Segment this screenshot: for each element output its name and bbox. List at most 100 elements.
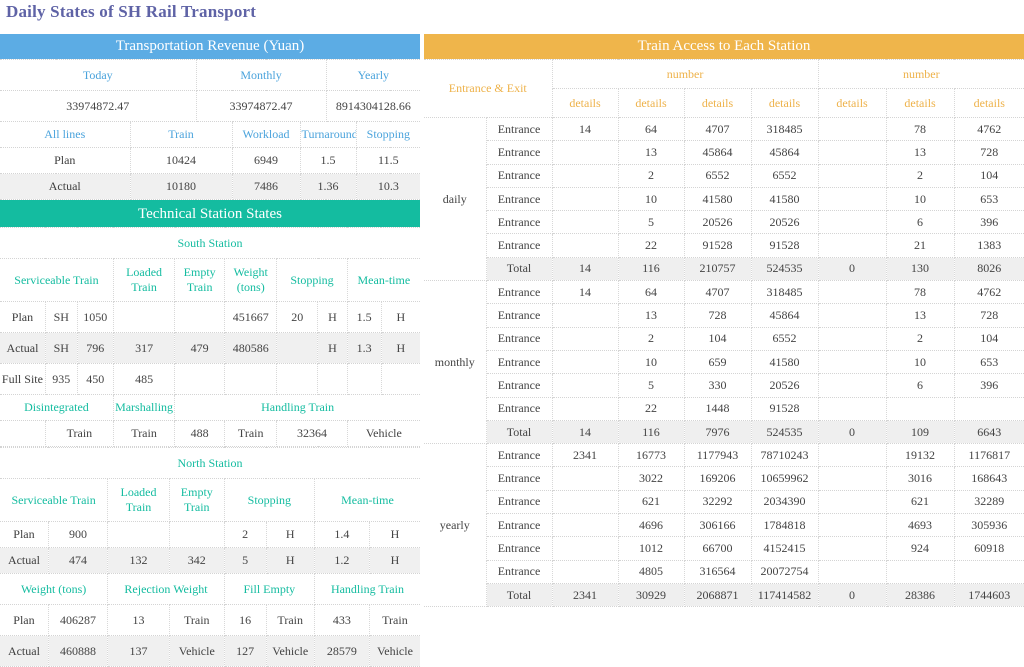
table-row: Plan 900 2 H 1.4 H xyxy=(0,522,420,548)
table-row: Plan 10424 6949 1.5 11.5 xyxy=(0,148,420,174)
cell-yearly-r5-c5 xyxy=(886,560,954,583)
cell-marshalling-unit: Train xyxy=(113,421,174,447)
table-row: Weight (tons) Rejection Weight Fill Empt… xyxy=(0,574,420,605)
table-row: South Station xyxy=(0,228,420,259)
page-title: Daily States of SH Rail Transport xyxy=(6,2,256,22)
cell-yearly-r4-c6: 60918 xyxy=(954,537,1024,560)
detail-header-1: details xyxy=(552,89,618,118)
cell-daily-r3-c5: 10 xyxy=(886,187,954,210)
table-row: Entrance210465522104 xyxy=(424,327,1024,350)
south-header-loaded-train: Loaded Train xyxy=(113,259,174,302)
cell-monthly-r3-c5: 10 xyxy=(886,350,954,373)
cell-yearly-r3-c1: 4696 xyxy=(618,514,684,537)
cell-monthly-total-c6: 6643 xyxy=(954,420,1024,443)
cell-marshalling-value: 488 xyxy=(175,421,225,447)
north-header-mean-time: Mean-time xyxy=(314,479,420,522)
period-header-yearly: Yearly xyxy=(326,60,420,91)
period-header-monthly: Monthly xyxy=(196,60,326,91)
detail-header-4: details xyxy=(751,89,818,118)
row-label-actual: Actual xyxy=(0,548,48,574)
row-label-entrance: Entrance xyxy=(486,141,552,164)
cell-monthly-r1-c5: 13 xyxy=(886,304,954,327)
row-label-entrance: Entrance xyxy=(486,327,552,350)
cell-plan-stopping-unit: H xyxy=(318,302,348,333)
cell-daily-r1-c5: 13 xyxy=(886,141,954,164)
cell-actual-meantime-unit: H xyxy=(369,548,420,574)
row-label-total: Total xyxy=(486,583,552,606)
cell-plan-handling-value: 433 xyxy=(314,605,369,636)
detail-header-7: details xyxy=(954,89,1024,118)
cell-daily-total-c6: 8026 xyxy=(954,257,1024,280)
table-row: Full Site 935 450 485 xyxy=(0,364,420,395)
cell-plan-handling-unit: Train xyxy=(369,605,420,636)
transportation-revenue-header: Transportation Revenue (Yuan) xyxy=(0,34,420,59)
cell-plan-loaded xyxy=(113,302,174,333)
cell-plan-empty xyxy=(175,302,225,333)
cell-daily-r3-c2: 41580 xyxy=(684,187,751,210)
cell-daily-r0-c4 xyxy=(818,118,886,141)
cell-yearly-r4-c1: 1012 xyxy=(618,537,684,560)
cell-plan-stopping-value: 20 xyxy=(277,302,318,333)
cell-actual-empty: 342 xyxy=(169,548,224,574)
cell-yearly-r1-c5: 3016 xyxy=(886,467,954,490)
cell-daily-r0-c5: 78 xyxy=(886,118,954,141)
cell-yearly-r3-c3: 1784818 xyxy=(751,514,818,537)
row-label-entrance: Entrance xyxy=(486,537,552,560)
row-label-entrance: Entrance xyxy=(486,118,552,141)
cell-daily-r0-c2: 4707 xyxy=(684,118,751,141)
cell-daily-r3-c4 xyxy=(818,187,886,210)
cell-actual-weight: 480586 xyxy=(225,333,277,364)
cell-yearly-r1-c1: 3022 xyxy=(618,467,684,490)
cell-daily-total-c2: 210757 xyxy=(684,257,751,280)
cell-monthly-r2-c5: 2 xyxy=(886,327,954,350)
cell-monthly-r4-c3: 20526 xyxy=(751,374,818,397)
cell-monthly-r5-c1: 22 xyxy=(618,397,684,420)
cell-fullsite-loaded: 485 xyxy=(113,364,174,395)
cell-daily-r2-c2: 6552 xyxy=(684,164,751,187)
row-label-actual: Actual xyxy=(0,636,48,667)
cell-yearly-r0-c2: 1177943 xyxy=(684,444,751,467)
cell-monthly-total-c0: 14 xyxy=(552,420,618,443)
cell-actual-turnaround: 1.36 xyxy=(300,174,356,200)
cell-plan-fillempty-unit: Train xyxy=(266,605,314,636)
cell-monthly-r3-c3: 41580 xyxy=(751,350,818,373)
cell-daily-r2-c0 xyxy=(552,164,618,187)
row-label-entrance: Entrance xyxy=(486,514,552,537)
cell-yearly-r3-c5: 4693 xyxy=(886,514,954,537)
cell-yearly-r1-c2: 169206 xyxy=(684,467,751,490)
cell-actual-meantime-value: 1.3 xyxy=(347,333,381,364)
cell-monthly-r0-c1: 64 xyxy=(618,281,684,304)
cell-yearly-r3-c6: 305936 xyxy=(954,514,1024,537)
table-row: Entrance62132292203439062132289 xyxy=(424,490,1024,513)
south-header-serviceable-train: Serviceable Train xyxy=(0,259,113,302)
period-value-monthly: 33974872.47 xyxy=(196,91,326,122)
cell-yearly-r2-c6: 32289 xyxy=(954,490,1024,513)
cell-actual-handling-value: 28579 xyxy=(314,636,369,667)
row-label-plan: Plan xyxy=(0,302,45,333)
table-row: Actual 460888 137 Vehicle 127 Vehicle 28… xyxy=(0,636,420,667)
cell-daily-r5-c0 xyxy=(552,234,618,257)
row-label-full-site: Full Site xyxy=(0,364,45,395)
cell-yearly-r5-c3: 20072754 xyxy=(751,560,818,583)
entrance-exit-header: Entrance & Exit xyxy=(424,60,552,118)
north-header-rejection-weight: Rejection Weight xyxy=(108,574,225,605)
cell-yearly-r0-c5: 19132 xyxy=(886,444,954,467)
cell-monthly-r5-c5 xyxy=(886,397,954,420)
cell-actual-sh: SH xyxy=(45,333,77,364)
row-label-entrance: Entrance xyxy=(486,444,552,467)
table-row: Plan 406287 13 Train 16 Train 433 Train xyxy=(0,605,420,636)
cell-fullsite-weight xyxy=(225,364,277,395)
cell-actual-loaded: 317 xyxy=(113,333,174,364)
row-label-entrance: Entrance xyxy=(486,397,552,420)
table-row: monthlyEntrance14644707318485784762 xyxy=(424,281,1024,304)
cell-yearly-r1-c3: 10659962 xyxy=(751,467,818,490)
cell-plan-empty xyxy=(169,522,224,548)
table-row: Serviceable Train Loaded Train Empty Tra… xyxy=(0,259,420,302)
row-label-entrance: Entrance xyxy=(486,281,552,304)
north-header-fill-empty: Fill Empty xyxy=(224,574,314,605)
detail-header-6: details xyxy=(886,89,954,118)
cell-yearly-total-c1: 30929 xyxy=(618,583,684,606)
period-value-yearly: 8914304128.66 xyxy=(326,91,420,122)
cell-yearly-r2-c1: 621 xyxy=(618,490,684,513)
cell-monthly-r3-c6: 653 xyxy=(954,350,1024,373)
